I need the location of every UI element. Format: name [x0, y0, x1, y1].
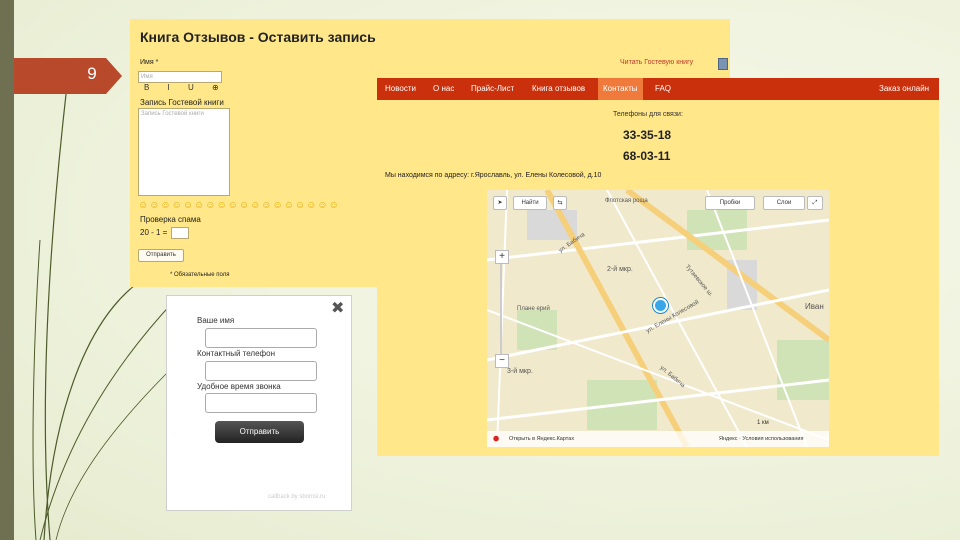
callback-time-input[interactable] [205, 393, 317, 413]
callback-phone-label: Контактный телефон [197, 349, 275, 358]
yandex-map[interactable]: ➤ Найти ⇆ Пробки Слои ⤢ + − Флотская рощ… [487, 190, 829, 447]
map-zoom-control[interactable]: + − [495, 250, 509, 370]
entry-label: Запись Гостевой книги [140, 98, 224, 107]
callback-submit-button[interactable]: Отправить [215, 421, 304, 443]
map-traffic-button[interactable]: Пробки [705, 196, 755, 210]
required-fields-note: * Обязательные поля [170, 272, 230, 278]
guestbook-submit-button[interactable]: Отправить [138, 249, 184, 262]
yandex-terms-link[interactable]: Яндекс · Условия использования [719, 431, 803, 447]
nav-item-order-online[interactable]: Заказ онлайн [879, 78, 929, 100]
nav-item-news[interactable]: Новости [385, 78, 416, 100]
nav-item-contacts[interactable]: Контакты [598, 78, 643, 100]
location-pin-icon[interactable] [653, 298, 668, 313]
nav-item-price-list[interactable]: Прайс-Лист [471, 78, 514, 100]
slide-left-bar [0, 0, 14, 540]
guestbook-title: Книга Отзывов - Оставить запись [140, 29, 376, 45]
map-pin-icon: ⬤ [493, 436, 500, 442]
callback-popup: ✖ Ваше имя Контактный телефон Удобное вр… [166, 295, 352, 511]
smiley-picker[interactable]: ☺☺☺☺☺☺☺☺☺☺☺☺☺☺☺☺☺☺ [138, 200, 340, 211]
nav-item-about[interactable]: О нас [433, 78, 454, 100]
map-streets [487, 190, 829, 447]
map-label: Флотская роща [605, 198, 648, 204]
nav-item-faq[interactable]: FAQ [655, 78, 671, 100]
zoom-slider[interactable] [500, 264, 502, 354]
phones-label: Телефоны для связи: [613, 111, 683, 118]
read-guestbook-link[interactable]: Читать Гостевую книгу [620, 59, 693, 66]
entry-textarea[interactable]: Запись Гостевой книги [138, 108, 230, 196]
map-scale: 1 км [757, 420, 769, 426]
callback-name-label: Ваше имя [197, 316, 235, 325]
map-label: Иван [805, 302, 824, 311]
format-toolbar[interactable]: B I U ⊕ [144, 83, 227, 92]
top-navigation: Новости О нас Прайс-Лист Книга отзывов К… [377, 78, 939, 100]
open-in-yandex-link[interactable]: Открыть в Яндекс.Картах [509, 431, 574, 447]
phone-number: 33-35-18 [623, 128, 672, 142]
spam-check-label: Проверка спама [140, 215, 201, 224]
callback-footer: callback by sbomsi.ru [268, 494, 326, 500]
callback-name-input[interactable] [205, 328, 317, 348]
address-text: Мы находимся по адресу: г.Ярославль, ул.… [385, 172, 602, 179]
map-footer: ⬤ Открыть в Яндекс.Картах Яндекс · Услов… [487, 431, 829, 447]
book-icon[interactable] [718, 58, 728, 70]
captcha-input[interactable] [171, 227, 189, 239]
map-label: 2-й мкр. [607, 266, 633, 273]
callback-time-label: Удобное время звонка [197, 382, 281, 391]
zoom-in-icon[interactable]: + [495, 250, 509, 264]
map-label: 3-й мкр. [507, 368, 533, 375]
route-icon[interactable]: ⇆ [553, 196, 567, 210]
phone-number: 68-03-11 [623, 149, 671, 163]
locate-icon[interactable]: ➤ [493, 196, 507, 210]
captcha-question: 20 - 1 = [140, 228, 168, 237]
slide-number-flag [14, 58, 122, 94]
name-input[interactable]: Имя [138, 71, 222, 83]
map-find-button[interactable]: Найти [513, 196, 547, 210]
map-label: Плане ерий [517, 306, 550, 312]
close-icon[interactable]: ✖ [331, 298, 344, 318]
map-layers-button[interactable]: Слои [763, 196, 805, 210]
slide-number: 9 [87, 64, 97, 83]
fullscreen-icon[interactable]: ⤢ [807, 196, 823, 210]
name-label: Имя * [140, 59, 159, 66]
callback-phone-input[interactable] [205, 361, 317, 381]
contacts-page-panel: Новости О нас Прайс-Лист Книга отзывов К… [377, 78, 939, 456]
zoom-out-icon[interactable]: − [495, 354, 509, 368]
nav-item-guestbook[interactable]: Книга отзывов [532, 78, 585, 100]
